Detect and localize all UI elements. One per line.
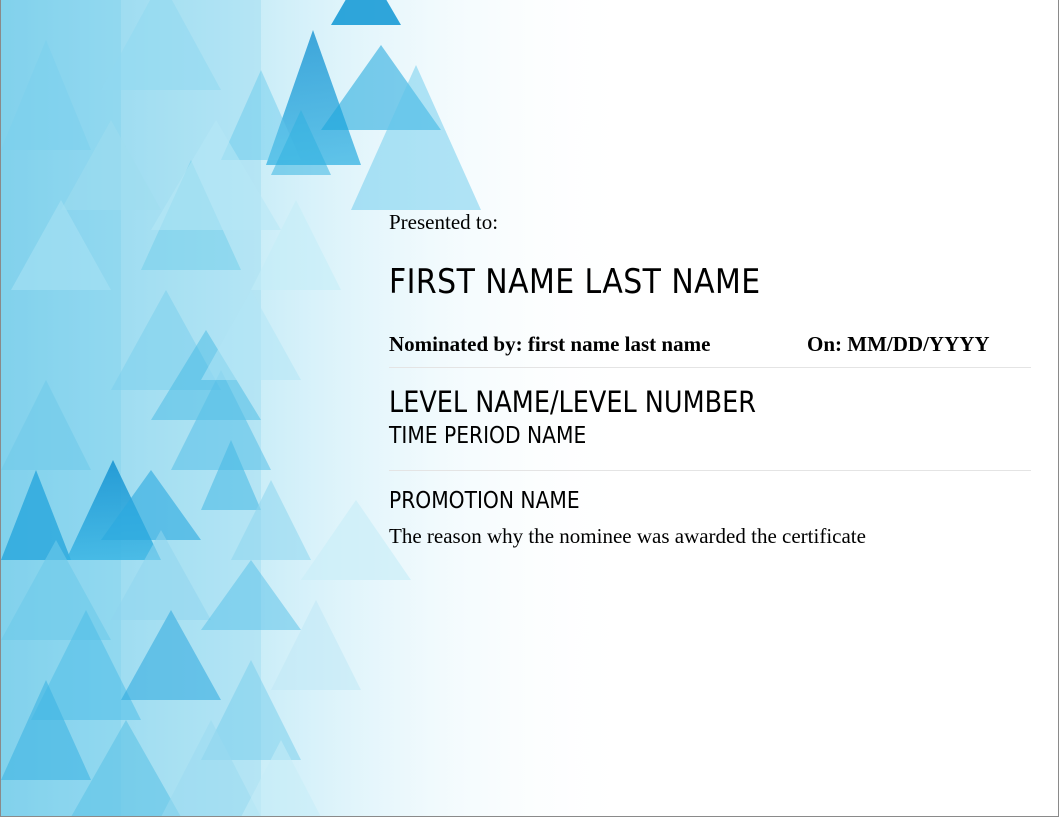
certificate-page: Presented to: FIRST NAME LAST NAME Nomin…	[0, 0, 1059, 817]
award-date: On: MM/DD/YYYY	[807, 332, 990, 356]
nominated-by-text: Nominated by: first name last name	[389, 332, 711, 356]
divider	[389, 367, 1031, 368]
level-name: LEVEL NAME/LEVEL NUMBER	[389, 385, 756, 419]
time-period-name: TIME PERIOD NAME	[389, 423, 587, 449]
recipient-name: FIRST NAME LAST NAME	[389, 262, 761, 302]
presented-to-label: Presented to:	[389, 210, 499, 234]
award-reason: The reason why the nominee was awarded t…	[389, 524, 866, 548]
divider	[389, 470, 1031, 471]
promotion-name: PROMOTION NAME	[389, 488, 580, 514]
